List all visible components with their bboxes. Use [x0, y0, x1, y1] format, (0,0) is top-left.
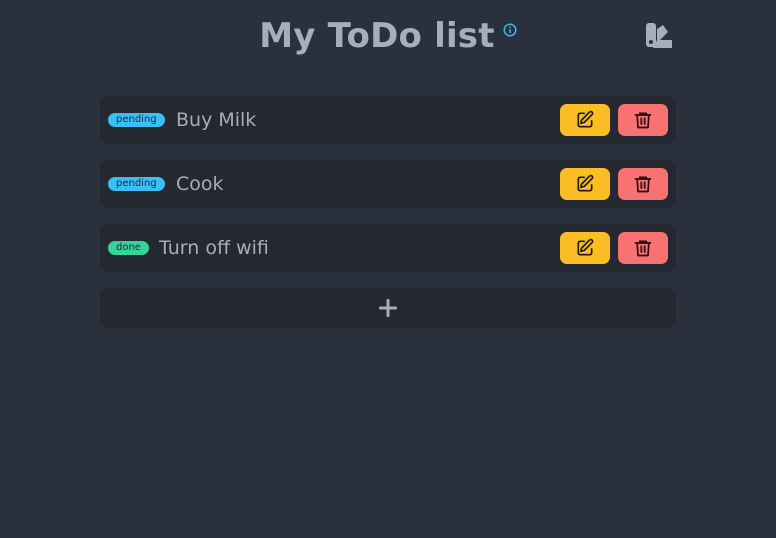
- todo-text: Turn off wifi: [159, 237, 269, 259]
- delete-button[interactable]: [618, 232, 668, 264]
- edit-button[interactable]: [560, 232, 610, 264]
- todo-item: pending Cook: [100, 160, 676, 208]
- trash-icon: [634, 240, 652, 257]
- add-todo-button[interactable]: [100, 288, 676, 328]
- page-title: My ToDo list: [259, 16, 495, 56]
- pencil-square-icon: [577, 174, 594, 192]
- app-root: My ToDo list pending Buy Milk pending Co…: [0, 0, 776, 538]
- edit-button[interactable]: [560, 168, 610, 200]
- todo-item: pending Buy Milk: [100, 96, 676, 144]
- plus-icon: [379, 299, 397, 317]
- delete-button[interactable]: [618, 104, 668, 136]
- info-icon[interactable]: [503, 22, 517, 37]
- todo-list: pending Buy Milk pending Cook done Turn …: [100, 96, 676, 288]
- status-badge: pending: [108, 177, 165, 191]
- theme-swatch-icon[interactable]: [644, 22, 676, 50]
- pencil-square-icon: [577, 238, 594, 256]
- header: My ToDo list: [0, 0, 776, 80]
- edit-button[interactable]: [560, 104, 610, 136]
- delete-button[interactable]: [618, 168, 668, 200]
- todo-text: Cook: [176, 173, 224, 195]
- trash-icon: [634, 176, 652, 193]
- trash-icon: [634, 112, 652, 129]
- pencil-square-icon: [577, 110, 594, 128]
- status-badge: done: [108, 241, 149, 255]
- status-badge: pending: [108, 113, 165, 127]
- todo-item: done Turn off wifi: [100, 224, 676, 272]
- todo-text: Buy Milk: [176, 109, 257, 131]
